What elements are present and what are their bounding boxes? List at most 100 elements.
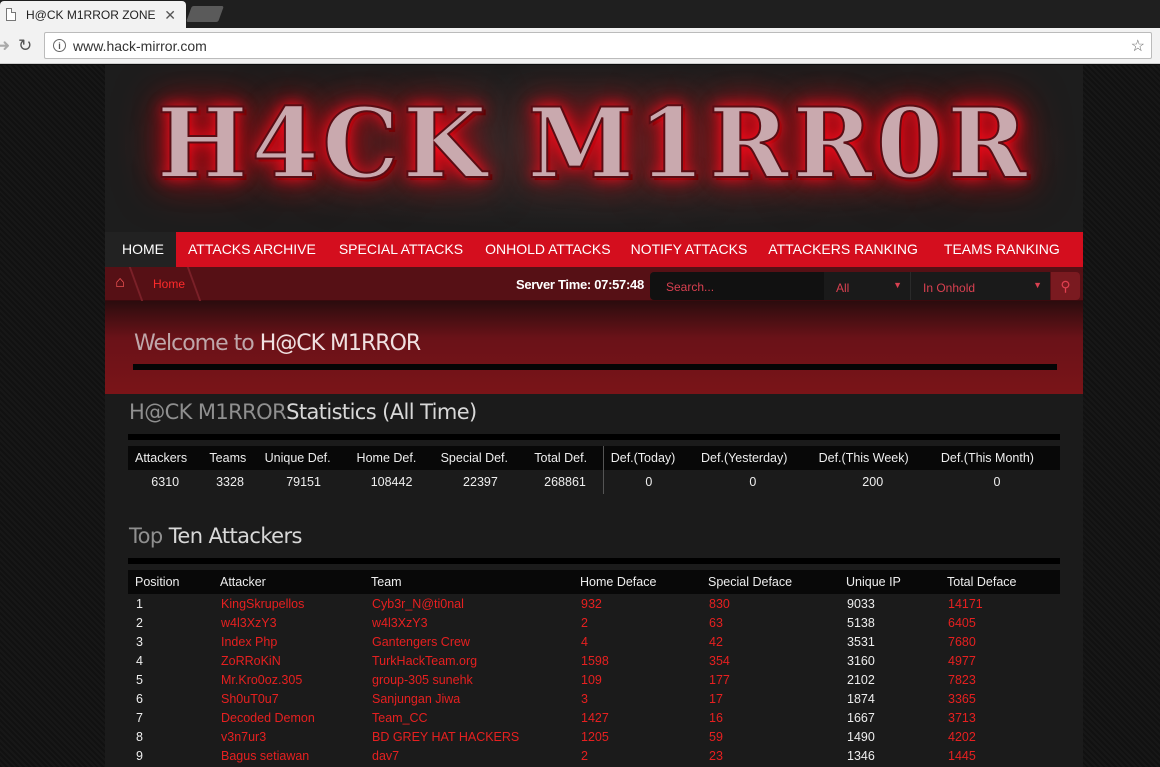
stats-header-cell: Attackers — [128, 446, 203, 470]
table-row: 8 v3n7ur3 BD GREY HAT HACKERS 1205 59 1490 420… — [128, 727, 1060, 746]
team-link[interactable]: Cyb3r_N@ti0nal — [364, 594, 573, 613]
stats-value-cell: 108442 — [370, 475, 413, 489]
new-tab-button[interactable] — [186, 6, 224, 22]
back-arrow-icon[interactable]: ➜ — [0, 36, 10, 56]
position-cell: 1 — [136, 596, 143, 611]
table-row: 3 Index Php Gantengers Crew 4 42 3531 7680 — [128, 632, 1060, 651]
site-logo[interactable]: H4CK M1RR0R — [105, 86, 1083, 201]
stats-header-cell: Def.(This Month) — [933, 446, 1060, 470]
team-link[interactable]: Gantengers Crew — [364, 632, 573, 651]
unique-ip-cell: 5138 — [847, 615, 875, 630]
divider — [128, 434, 1060, 440]
home-deface-cell: 109 — [581, 672, 602, 687]
special-deface-cell: 830 — [709, 596, 730, 611]
welcome-panel: Welcome to H@CK M1RROR — [105, 301, 1083, 394]
team-link[interactable]: dav7 — [364, 746, 573, 765]
position-cell: 7 — [136, 710, 143, 725]
table-row: 7 Decoded Demon Team_CC 1427 16 1667 3713 — [128, 708, 1060, 727]
search-button[interactable]: ⚲ — [1051, 272, 1080, 300]
table-row: 6 Sh0uT0u7 Sanjungan Jiwa 3 17 1874 3365 — [128, 689, 1060, 708]
team-link[interactable]: w4l3XzY3 — [364, 613, 573, 632]
stats-header-cell: Home Def. — [349, 446, 434, 470]
home-deface-cell: 4 — [581, 634, 588, 649]
attacker-link[interactable]: w4l3XzY3 — [213, 613, 364, 632]
total-deface-cell: 4977 — [948, 653, 976, 668]
home-deface-cell: 2 — [581, 748, 588, 763]
stats-header-cell: Total Def. — [527, 446, 604, 470]
position-cell: 6 — [136, 691, 143, 706]
search-icon: ⚲ — [1060, 278, 1071, 294]
unique-ip-cell: 1490 — [847, 729, 875, 744]
team-link[interactable]: TurkHackTeam.org — [364, 651, 573, 670]
team-link[interactable]: Sanjungan Jiwa — [364, 689, 573, 708]
stats-header-cell: Def.(This Week) — [811, 446, 934, 470]
team-link[interactable]: Team_CC — [364, 708, 573, 727]
nav-home[interactable]: HOME — [105, 232, 176, 267]
stats-value-cell: 0 — [749, 475, 757, 489]
attacker-link[interactable]: v3n7ur3 — [213, 727, 364, 746]
nav-onhold-attacks[interactable]: ONHOLD ATTACKS — [485, 232, 611, 267]
home-deface-cell: 1427 — [581, 710, 609, 725]
browser-tab[interactable]: H@CK M1RROR ZONE | H ✕ — [0, 1, 186, 28]
top-attackers-heading-suffix: Ten Attackers — [168, 524, 303, 548]
reload-icon[interactable]: ↻ — [18, 36, 32, 56]
nav-attackers-ranking[interactable]: ATTACKERS RANKING — [768, 232, 918, 267]
status-select[interactable]: In Onhold ▼ — [910, 272, 1050, 300]
home-deface-cell: 3 — [581, 691, 588, 706]
team-link[interactable]: group-305 sunehk — [364, 670, 573, 689]
home-deface-cell: 2 — [581, 615, 588, 630]
unique-ip-cell: 1667 — [847, 710, 875, 725]
info-icon[interactable]: i — [53, 39, 66, 52]
total-deface-cell: 3365 — [948, 691, 976, 706]
close-icon[interactable]: ✕ — [164, 7, 176, 24]
top-attackers-header-cell: Unique IP — [839, 570, 940, 594]
total-deface-cell: 6405 — [948, 615, 976, 630]
browser-toolbar: ➜ ↻ i www.hack-mirror.com ☆ — [0, 28, 1160, 64]
total-deface-cell: 3713 — [948, 710, 976, 725]
top-attackers-heading: Top Ten Attackers — [129, 524, 302, 548]
position-cell: 5 — [136, 672, 143, 687]
top-attackers-header-cell: Team — [364, 570, 573, 594]
stats-header-cell: Def.(Today) — [602, 446, 695, 470]
attacker-link[interactable]: ZoRRoKiN — [213, 651, 364, 670]
attacker-link[interactable]: Sh0uT0u7 — [213, 689, 364, 708]
nav-special-attacks[interactable]: SPECIAL ATTACKS — [339, 232, 463, 267]
top-attackers-header-cell: Attacker — [213, 570, 364, 594]
home-deface-cell: 1205 — [581, 729, 609, 744]
welcome-prefix: Welcome to — [134, 331, 260, 356]
team-link[interactable]: BD GREY HAT HACKERS — [364, 727, 573, 746]
attacker-link[interactable]: KingSkrupellos — [213, 594, 364, 613]
stats-value-cell: 200 — [862, 475, 884, 489]
special-deface-cell: 177 — [709, 672, 730, 687]
position-cell: 9 — [136, 748, 143, 763]
nav-notify-attacks[interactable]: NOTIFY ATTACKS — [631, 232, 748, 267]
attacker-link[interactable]: Decoded Demon — [213, 708, 364, 727]
stats-value-cell: 79151 — [286, 475, 321, 489]
unique-ip-cell: 3160 — [847, 653, 875, 668]
attacker-link[interactable]: Index Php — [213, 632, 364, 651]
nav-attacks-archive[interactable]: ATTACKS ARCHIVE — [188, 232, 316, 267]
attacker-link[interactable]: Bagus setiawan — [213, 746, 364, 765]
bookmark-star-icon[interactable]: ☆ — [1131, 36, 1145, 56]
tab-title: H@CK M1RROR ZONE | H — [26, 7, 156, 22]
unique-ip-cell: 1346 — [847, 748, 875, 763]
divider — [128, 558, 1060, 564]
scope-select[interactable]: All ▼ — [824, 272, 910, 300]
attacker-link[interactable]: Mr.Kro0oz.305 — [213, 670, 364, 689]
search-input[interactable]: Search... — [650, 272, 825, 300]
unique-ip-cell: 2102 — [847, 672, 875, 687]
special-deface-cell: 17 — [709, 691, 723, 706]
browser-tab-bar: H@CK M1RROR ZONE | H ✕ — [0, 0, 1160, 28]
special-deface-cell: 42 — [709, 634, 723, 649]
divider — [133, 364, 1057, 370]
address-bar[interactable]: i www.hack-mirror.com ☆ — [44, 32, 1152, 59]
server-time: Server Time: 07:57:48 — [516, 277, 644, 292]
table-row: 1 KingSkrupellos Cyb3r_N@ti0nal 932 830 9033 1… — [128, 594, 1060, 613]
total-deface-cell: 4202 — [948, 729, 976, 744]
top-attackers-heading-prefix: Top — [129, 524, 163, 548]
special-deface-cell: 63 — [709, 615, 723, 630]
nav-teams-ranking[interactable]: TEAMS RANKING — [944, 232, 1060, 267]
stats-header-cell: Unique Def. — [257, 446, 350, 470]
breadcrumb-home[interactable]: Home — [153, 277, 185, 291]
stats-value-cell: 0 — [993, 475, 1001, 489]
